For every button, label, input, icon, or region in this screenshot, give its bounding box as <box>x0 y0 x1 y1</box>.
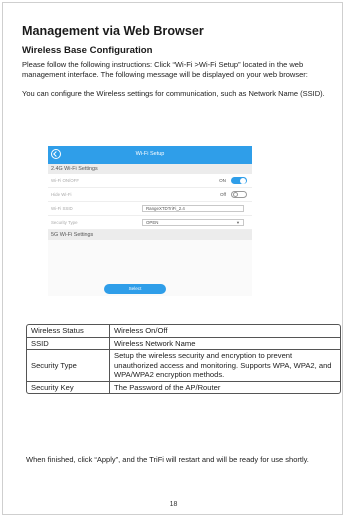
table-row: SSID Wireless Network Name <box>27 337 340 350</box>
section-heading: Wireless Base Configuration <box>22 45 153 56</box>
toggle-knob <box>232 192 238 197</box>
row-ssid: Wi-Fi SSID RangeXTDTriFi_2.4 <box>48 202 252 216</box>
row-label: Security Type <box>51 220 78 225</box>
section-24g: 2.4G Wi-Fi Settings <box>48 164 252 174</box>
ssid-input[interactable]: RangeXTDTriFi_2.4 <box>142 205 244 212</box>
table-value: The Password of the AP/Router <box>114 382 221 392</box>
chevron-down-icon: ▼ <box>236 220 240 225</box>
table-value: Wireless On/Off <box>110 325 340 338</box>
row-label: Wi-Fi ON/OFF <box>51 178 80 183</box>
page-number: 18 <box>169 501 178 508</box>
select-button[interactable]: Select <box>104 284 166 294</box>
wifi-setup-header: Wi-Fi Setup <box>48 146 252 164</box>
row-label: Wi-Fi SSID <box>51 206 73 211</box>
hide-wifi-toggle[interactable] <box>231 191 247 198</box>
table-row: Security Type Setup the wireless securit… <box>27 350 340 382</box>
settings-table: Wireless Status Wireless On/Off SSID Wir… <box>26 324 341 394</box>
content: Management via Web Browser Wireless Base… <box>22 24 327 99</box>
table-value: Setup the wireless security and encrypti… <box>110 350 340 382</box>
wifi-setup-title: Wi-Fi Setup <box>135 151 165 157</box>
security-type-select[interactable]: OPEN ▼ <box>142 219 244 226</box>
wifi-setup-screenshot: Wi-Fi Setup 2.4G Wi-Fi Settings Wi-Fi ON… <box>48 146 252 296</box>
security-type-value: OPEN <box>146 220 159 225</box>
table-value: Wireless Network Name <box>110 338 340 350</box>
toggle-knob <box>240 177 246 184</box>
table-row: Security Key The Password of the AP/Rout… <box>27 381 340 393</box>
table-key: Security Key <box>27 381 110 393</box>
ssid-paragraph: You can configure the Wireless settings … <box>22 89 325 98</box>
outro-paragraph: When finished, click “Apply”, and the Tr… <box>26 455 309 464</box>
row-label: Hide Wi-Fi <box>51 192 72 197</box>
row-security-type: Security Type OPEN ▼ <box>48 216 252 230</box>
table-key: Security Type <box>27 350 110 382</box>
page-title: Management via Web Browser <box>22 24 204 38</box>
toggle-state-label: ON <box>219 178 226 183</box>
wifi-toggle[interactable] <box>231 177 247 184</box>
table-key: SSID <box>27 337 110 350</box>
row-wifi-onoff: Wi-Fi ON/OFF ON <box>48 174 252 188</box>
toggle-state-label: Off <box>219 192 226 197</box>
section-5g: 5G Wi-Fi Settings <box>48 230 252 240</box>
table-row: Wireless Status Wireless On/Off <box>27 325 340 338</box>
intro-paragraph: Please follow the following instructions… <box>22 60 308 79</box>
row-hide-wifi: Hide Wi-Fi Off <box>48 188 252 202</box>
table-key: Wireless Status <box>27 325 110 338</box>
